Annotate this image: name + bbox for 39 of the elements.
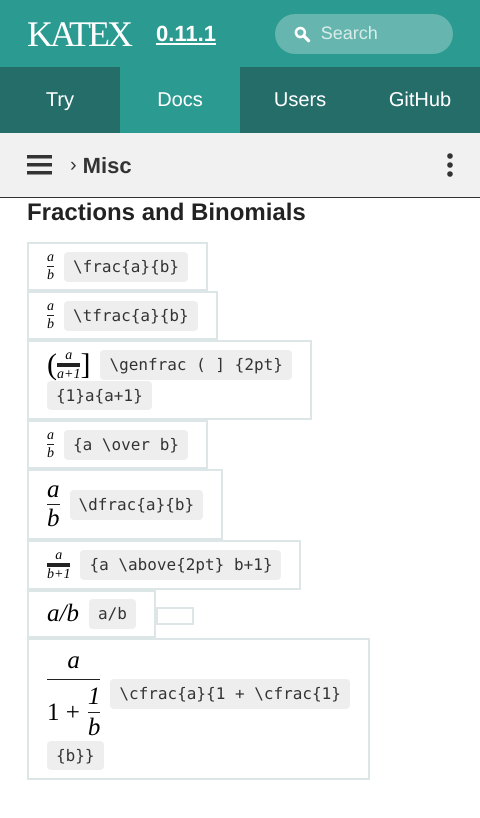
section-heading: Fractions and Binomials <box>27 198 307 228</box>
version-link[interactable]: 0.11.1 <box>156 17 216 50</box>
left-parenthesis: ( <box>47 350 57 380</box>
more-options-icon[interactable] <box>447 153 453 177</box>
denominator: b <box>47 507 60 531</box>
breadcrumb: Misc <box>82 152 132 180</box>
denominator: b <box>47 447 54 460</box>
code-snippet: {a \above{2pt} b+1} <box>80 550 282 580</box>
nav-tab[interactable]: Docs <box>120 67 240 133</box>
code-snippet: \cfrac{a}{1 + \cfrac{1} <box>110 679 350 709</box>
search-input[interactable]: Search <box>320 20 435 47</box>
denominator: b <box>88 715 100 741</box>
code-snippet: {1}a{a+1} <box>47 381 152 410</box>
numerator: a <box>47 429 54 442</box>
code-snippet: \dfrac{a}{b} <box>70 490 204 520</box>
code-snippet: {b}} <box>47 741 104 770</box>
numerator: a <box>55 549 62 562</box>
search-field[interactable]: Search <box>275 14 453 54</box>
breadcrumb-separator: › <box>70 153 77 178</box>
logo[interactable]: KATEX <box>27 16 130 52</box>
code-snippet: {a \over b} <box>64 430 188 460</box>
denominator: a+1 <box>57 368 80 381</box>
numerator: a <box>47 300 54 313</box>
code-snippet: \frac{a}{b} <box>64 252 188 282</box>
numerator: 1 <box>88 684 100 710</box>
menu-icon[interactable] <box>27 154 52 176</box>
numerator: a <box>47 251 54 264</box>
numerator: a <box>65 349 72 362</box>
denominator: b <box>47 269 54 282</box>
numerator: a <box>66 647 81 675</box>
math-expression: a/b <box>47 600 79 628</box>
code-snippet: \genfrac ( ] {2pt} <box>100 350 292 380</box>
denominator: b <box>47 318 54 331</box>
numerator: a <box>47 478 60 502</box>
code-snippet: \tfrac{a}{b} <box>64 300 198 330</box>
denominator: 1 + <box>47 698 80 728</box>
denominator: b+1 <box>47 568 70 581</box>
code-snippet: a/b <box>88 599 136 629</box>
right-bracket: ] <box>80 350 90 380</box>
